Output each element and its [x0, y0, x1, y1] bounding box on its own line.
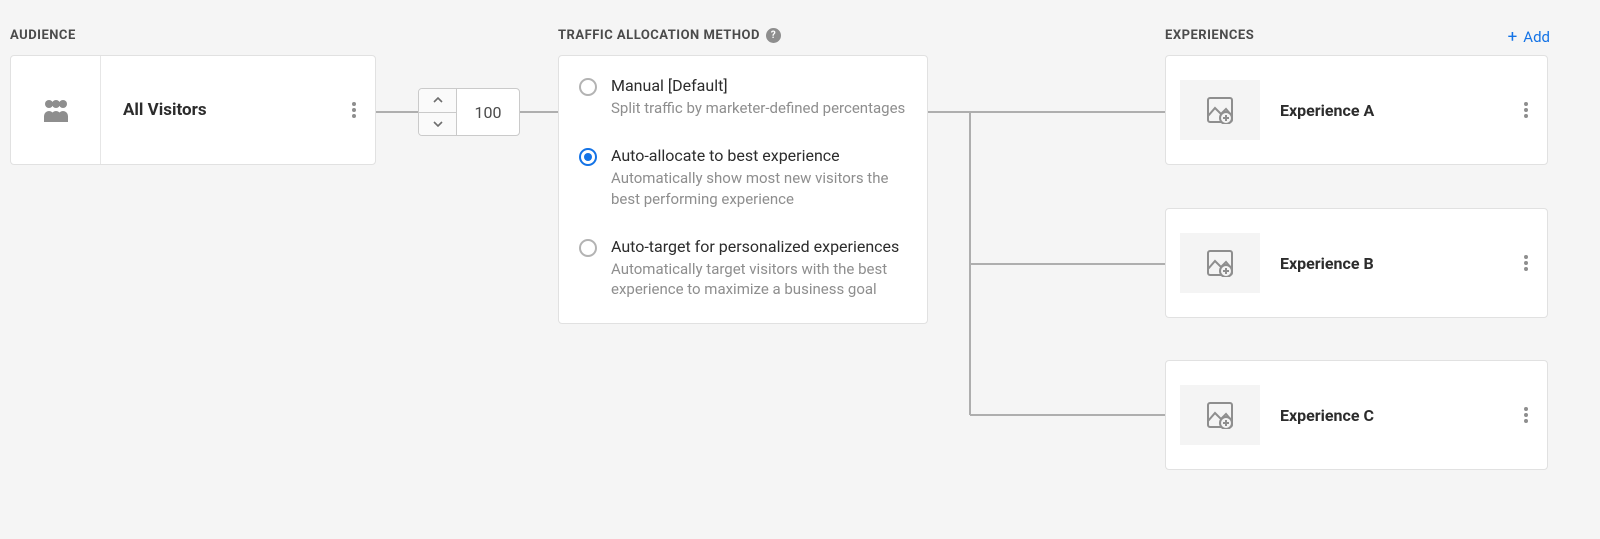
traffic-section-label: TRAFFIC ALLOCATION METHOD [558, 28, 760, 43]
audience-name: All Visitors [101, 100, 333, 120]
option-auto-target-title: Auto-target for personalized experiences [611, 237, 907, 256]
radio-auto-allocate[interactable] [579, 148, 597, 166]
add-label: Add [1523, 28, 1550, 46]
image-add-icon [1206, 401, 1234, 429]
experiences-section-label: EXPERIENCES [1165, 28, 1254, 43]
audience-section-header: AUDIENCE [10, 28, 76, 43]
stepper-value: 100 [457, 89, 519, 135]
option-manual[interactable]: Manual [Default] Split traffic by market… [579, 76, 907, 118]
option-manual-desc: Split traffic by marketer-defined percen… [611, 98, 905, 118]
option-auto-allocate-desc: Automatically show most new visitors the… [611, 168, 907, 209]
experience-thumbnail [1180, 80, 1260, 140]
experience-more-button[interactable] [1505, 407, 1547, 423]
experiences-section-header: EXPERIENCES [1165, 28, 1254, 43]
option-auto-target[interactable]: Auto-target for personalized experiences… [579, 237, 907, 300]
more-vertical-icon [1524, 407, 1528, 423]
experience-thumbnail [1180, 233, 1260, 293]
option-auto-target-desc: Automatically target visitors with the b… [611, 259, 907, 300]
chevron-down-icon [433, 121, 443, 127]
traffic-section-header: TRAFFIC ALLOCATION METHOD ? [558, 28, 781, 43]
plus-icon: + [1508, 29, 1518, 46]
audience-card[interactable]: All Visitors [10, 55, 376, 165]
audience-more-button[interactable] [333, 102, 375, 118]
experience-card-b[interactable]: Experience B [1165, 208, 1548, 318]
experience-card-c[interactable]: Experience C [1165, 360, 1548, 470]
audience-section-label: AUDIENCE [10, 28, 76, 43]
add-experience-button[interactable]: + Add [1508, 28, 1550, 46]
stepper-down-button[interactable] [419, 113, 456, 136]
option-manual-title: Manual [Default] [611, 76, 905, 95]
more-vertical-icon [1524, 255, 1528, 271]
image-add-icon [1206, 96, 1234, 124]
traffic-allocation-card: Manual [Default] Split traffic by market… [558, 55, 928, 324]
image-add-icon [1206, 249, 1234, 277]
more-vertical-icon [1524, 102, 1528, 118]
experience-more-button[interactable] [1505, 102, 1547, 118]
experience-name: Experience C [1280, 406, 1505, 425]
radio-auto-target[interactable] [579, 239, 597, 257]
experience-more-button[interactable] [1505, 255, 1547, 271]
stepper-up-button[interactable] [419, 89, 456, 113]
experience-card-a[interactable]: Experience A [1165, 55, 1548, 165]
experience-name: Experience A [1280, 101, 1505, 120]
experience-name: Experience B [1280, 254, 1505, 273]
chevron-up-icon [433, 97, 443, 103]
option-auto-allocate[interactable]: Auto-allocate to best experience Automat… [579, 146, 907, 209]
option-auto-allocate-title: Auto-allocate to best experience [611, 146, 907, 165]
audience-icon [11, 56, 101, 164]
traffic-percentage-stepper[interactable]: 100 [418, 88, 520, 136]
experience-thumbnail [1180, 385, 1260, 445]
help-icon[interactable]: ? [766, 28, 781, 43]
more-vertical-icon [352, 102, 356, 118]
radio-manual[interactable] [579, 78, 597, 96]
